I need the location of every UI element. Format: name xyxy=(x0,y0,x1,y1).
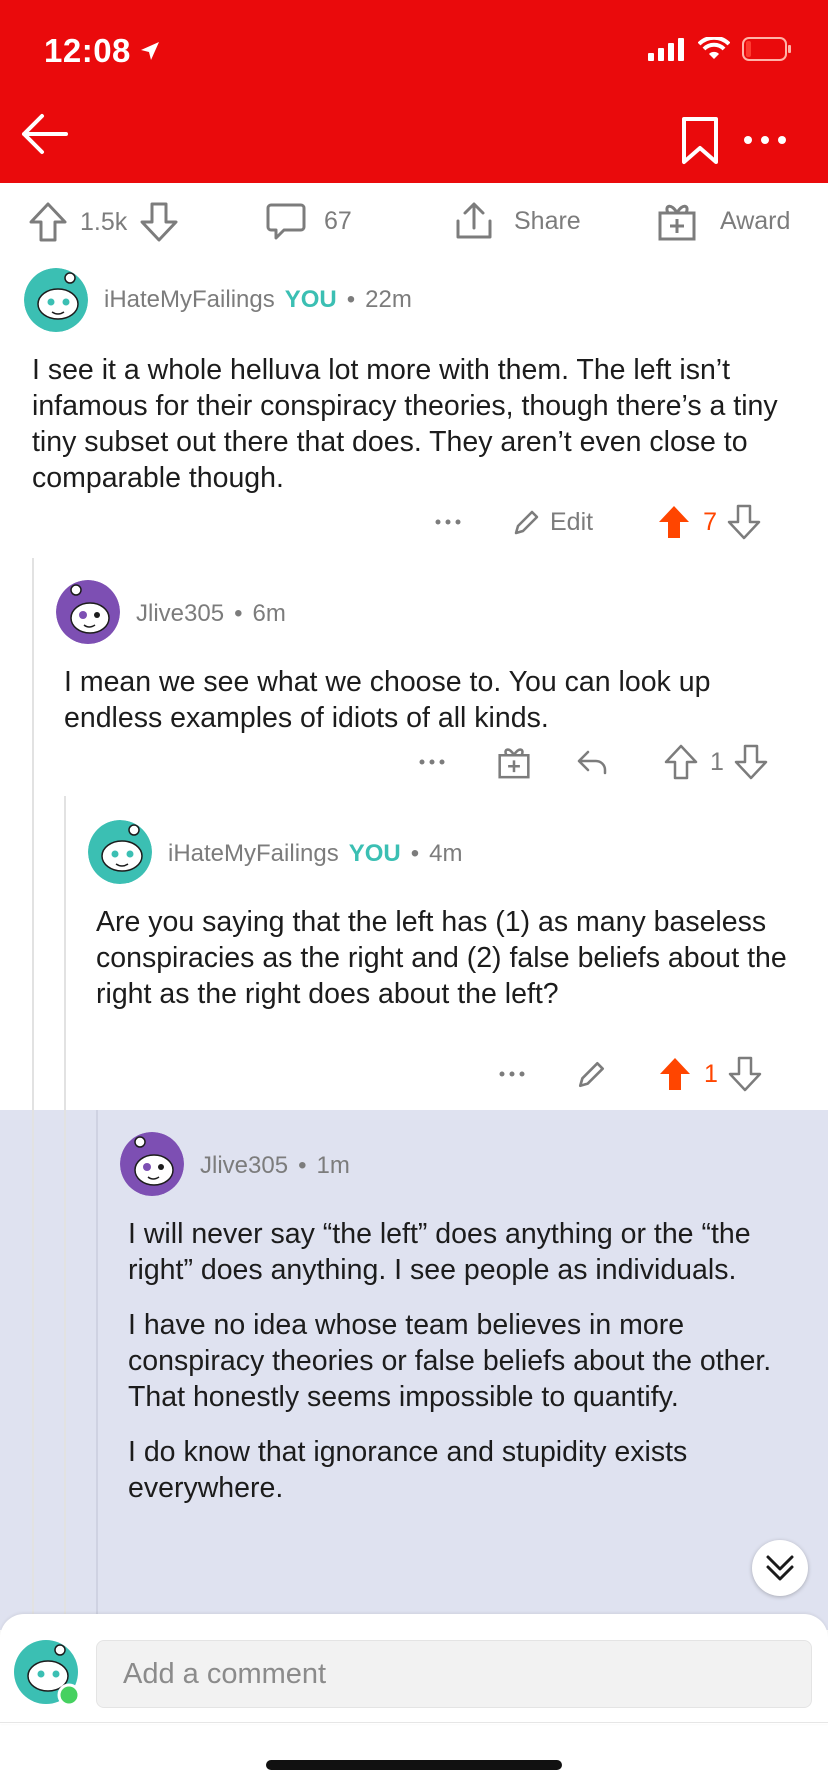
comment-score: 1 xyxy=(710,747,724,776)
post-action-bar: 1.5k 67 Share Award xyxy=(0,183,828,265)
comment-paragraph: I do know that ignorance and stupidity e… xyxy=(128,1436,688,1504)
downvote-arrow-icon[interactable] xyxy=(139,201,179,243)
username[interactable]: iHateMyFailings xyxy=(168,840,339,868)
comment-paragraph: I mean we see what we choose to. You can… xyxy=(64,666,711,734)
avatar[interactable] xyxy=(88,820,152,884)
upvote-arrow-icon[interactable] xyxy=(664,744,698,780)
downvote-arrow-icon[interactable] xyxy=(734,744,768,780)
edit-button[interactable]: Edit xyxy=(512,507,593,537)
upvote-arrow-active-icon[interactable] xyxy=(657,504,691,540)
comment-age: 22m xyxy=(365,286,412,313)
post-score: 1.5k xyxy=(80,207,128,236)
avatar[interactable] xyxy=(120,1132,184,1196)
meta-separator: • xyxy=(410,840,420,867)
gift-icon[interactable] xyxy=(498,745,530,779)
comment-paragraph: I will never say “the left” does anythin… xyxy=(128,1218,751,1286)
comment-score: 7 xyxy=(703,507,717,536)
reply-icon[interactable] xyxy=(576,748,608,776)
comment-body: I see it a whole helluva lot more with t… xyxy=(32,352,802,515)
comment-body: I mean we see what we choose to. You can… xyxy=(64,664,804,755)
thread-line xyxy=(96,1110,98,1618)
comment-meta: Jlive305 • 6m xyxy=(136,600,286,628)
comment-paragraph: I see it a whole helluva lot more with t… xyxy=(32,354,778,494)
jump-to-next-button[interactable] xyxy=(752,1540,808,1596)
award-button[interactable]: Award xyxy=(658,201,790,241)
award-label: Award xyxy=(720,206,791,235)
clock: 12:08 xyxy=(44,32,131,69)
comment-paragraph: Are you saying that the left has (1) as … xyxy=(96,906,787,1010)
upvote-arrow-icon[interactable] xyxy=(28,201,68,243)
bookmark-icon[interactable] xyxy=(680,116,720,166)
downvote-arrow-icon[interactable] xyxy=(727,504,761,540)
comment-bubble-icon xyxy=(266,203,306,240)
comment-actions: 1 xyxy=(498,1056,762,1092)
gift-icon xyxy=(658,204,696,241)
avatar[interactable] xyxy=(56,580,120,644)
battery-low-icon xyxy=(742,37,791,61)
meta-separator: • xyxy=(346,286,356,313)
username[interactable]: Jlive305 xyxy=(136,600,224,628)
comment-age: 4m xyxy=(429,840,463,867)
double-chevron-down-icon xyxy=(766,1555,794,1581)
more-options-icon[interactable] xyxy=(498,1069,526,1079)
avatar[interactable] xyxy=(24,268,88,332)
pencil-icon xyxy=(514,510,539,535)
comment-meta: iHateMyFailings YOU • 22m xyxy=(104,286,412,314)
status-indicators xyxy=(648,36,792,62)
comment-actions: Edit 7 xyxy=(434,504,761,540)
you-badge: YOU xyxy=(348,840,401,867)
meta-separator: • xyxy=(298,1152,307,1179)
username[interactable]: iHateMyFailings xyxy=(104,286,275,314)
location-arrow-icon xyxy=(140,42,159,60)
wifi-icon xyxy=(698,37,730,59)
home-indicator[interactable] xyxy=(266,1760,562,1770)
username[interactable]: Jlive305 xyxy=(200,1152,288,1180)
back-arrow-icon[interactable] xyxy=(20,110,70,158)
comment-body: Are you saying that the left has (1) as … xyxy=(96,904,796,1031)
thread-line xyxy=(64,796,66,1618)
more-options-icon[interactable] xyxy=(418,757,446,767)
comment-age: 1m xyxy=(316,1152,350,1179)
you-badge: YOU xyxy=(284,286,337,313)
comment-composer: Add a comment xyxy=(0,1614,828,1724)
comment-meta: Jlive305 • 1m xyxy=(200,1152,350,1180)
comment-age: 6m xyxy=(252,600,286,627)
comment-count: 67 xyxy=(324,206,352,235)
post-vote-group: 1.5k xyxy=(28,201,179,243)
user-avatar[interactable] xyxy=(14,1640,82,1708)
downvote-arrow-icon[interactable] xyxy=(728,1056,762,1092)
add-comment-input[interactable]: Add a comment xyxy=(96,1640,812,1708)
thread-line xyxy=(32,558,34,1618)
upvote-arrow-active-icon[interactable] xyxy=(658,1056,692,1092)
comment-score: 1 xyxy=(704,1059,718,1088)
pencil-icon[interactable] xyxy=(576,1058,608,1090)
edit-label: Edit xyxy=(550,507,594,536)
more-options-icon[interactable] xyxy=(434,517,462,527)
cellular-signal-icon xyxy=(648,38,684,61)
online-status-dot xyxy=(57,1683,81,1707)
top-header: 12:08 xyxy=(0,0,828,183)
input-placeholder: Add a comment xyxy=(123,1657,327,1690)
share-label: Share xyxy=(514,206,581,235)
comment-actions: 1 xyxy=(418,744,768,780)
share-icon xyxy=(456,202,492,239)
comment-paragraph: I have no idea whose team believes in mo… xyxy=(128,1309,772,1413)
share-button[interactable]: Share xyxy=(454,201,581,241)
meta-separator: • xyxy=(234,600,243,627)
status-time: 12:08 xyxy=(44,32,161,70)
more-options-icon[interactable] xyxy=(742,126,788,154)
comment-body: I will never say “the left” does anythin… xyxy=(128,1216,788,1525)
comment-meta: iHateMyFailings YOU • 4m xyxy=(168,840,462,868)
comments-button[interactable]: 67 xyxy=(266,201,352,241)
divider xyxy=(0,1722,828,1723)
